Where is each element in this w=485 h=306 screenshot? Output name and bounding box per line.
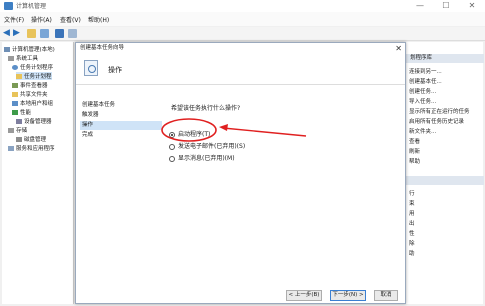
tree-item-device-manager[interactable]: 设备管理器 (16, 117, 52, 125)
computer-management-icon (4, 2, 13, 10)
tree-item-computer-management[interactable]: 计算机管理(本地) (4, 45, 55, 53)
action-create-basic-task[interactable]: 创建基本任... (409, 77, 442, 85)
actions-pane: 划程序库 连接到另一... 创建基本任... 创建任务... 导入任务... 显… (405, 42, 484, 304)
dialog-heading: 操作 (108, 66, 122, 74)
menu-bar: 文件(F) 操作(A) 查看(V) 帮助(H) (0, 12, 485, 26)
highlight-ellipse (161, 118, 217, 142)
show-hide-tree-icon[interactable] (40, 29, 49, 38)
title-bar: 计算机管理 — ☐ ✕ (0, 0, 485, 12)
disk-icon (16, 137, 22, 142)
tree-item-services-applications[interactable]: 服务和应用程序 (8, 144, 55, 152)
next-button[interactable]: 下一步(N) > (330, 290, 366, 301)
action-create-task[interactable]: 创建任务... (409, 87, 436, 95)
minimize-button[interactable]: — (412, 0, 428, 12)
option-display-message[interactable]: 显示消息(已弃用)(M) (169, 153, 235, 162)
task-wizard-icon (84, 60, 98, 76)
radio-display-message[interactable] (169, 155, 175, 162)
action-end[interactable]: 束 (409, 199, 415, 207)
action-help[interactable]: 帮助 (409, 157, 420, 165)
action-show-running[interactable]: 显示所有正在运行的任务 (409, 107, 470, 115)
action-import-task[interactable]: 导入任务... (409, 97, 436, 105)
action-view[interactable]: 查看 (409, 137, 420, 145)
shared-folder-icon (12, 92, 18, 97)
window-title: 计算机管理 (16, 3, 47, 10)
dialog-close-button[interactable]: ✕ (395, 43, 402, 54)
tree-item-shared-folders[interactable]: 共享文件夹 (12, 90, 48, 98)
performance-icon (12, 110, 18, 115)
cancel-button[interactable]: 取消 (374, 290, 398, 301)
action-disable[interactable]: 用 (409, 209, 415, 217)
annotation-highlight (161, 118, 307, 142)
action-delete[interactable]: 除 (409, 239, 415, 247)
action-run[interactable]: 行 (409, 189, 415, 197)
action-new-folder[interactable]: 新文件夹... (409, 127, 436, 135)
action-enable-history[interactable]: 启用所有任务历史记录 (409, 117, 464, 125)
action-prompt: 希望该任务执行什么操作? (171, 105, 241, 112)
menu-file[interactable]: 文件(F) (4, 15, 24, 24)
folder-up-icon[interactable] (27, 29, 36, 38)
storage-icon (8, 128, 14, 133)
tree-item-storage[interactable]: 存储 (8, 126, 27, 134)
tree-item-task-scheduler-library[interactable]: 任务计划程 (16, 72, 52, 80)
maximize-button[interactable]: ☐ (438, 0, 454, 12)
back-arrow-icon[interactable]: ◀ (3, 28, 10, 38)
menu-action[interactable]: 操作(A) (31, 15, 52, 24)
help-icon[interactable] (55, 29, 64, 38)
create-basic-task-wizard: 创建基本任务向导 ✕ 操作 创建基本任务 触发器 操作 完成 希望该任务执行什么… (75, 42, 406, 304)
clock-icon (12, 65, 18, 70)
step-create-basic-task[interactable]: 创建基本任务 (80, 101, 162, 110)
action-help-2[interactable]: 助 (409, 249, 415, 257)
actions-header-2 (406, 176, 484, 185)
action-refresh[interactable]: 刷新 (409, 147, 420, 155)
annotation-arrow-line (222, 127, 307, 137)
step-action[interactable]: 操作 (80, 121, 162, 130)
services-icon (8, 146, 14, 151)
tools-icon (8, 56, 14, 61)
dialog-title: 创建基本任务向导 (80, 45, 125, 51)
annotation-arrow-head (219, 124, 228, 131)
properties-icon[interactable] (68, 29, 77, 38)
step-finish[interactable]: 完成 (80, 131, 162, 140)
menu-help[interactable]: 帮助(H) (88, 15, 109, 24)
device-manager-icon (16, 119, 22, 124)
tree-item-local-users-groups[interactable]: 本地用户和组 (12, 99, 53, 107)
forward-arrow-icon[interactable]: ▶ (13, 28, 20, 38)
close-button[interactable]: ✕ (464, 0, 480, 12)
actions-header: 划程序库 (406, 54, 484, 63)
event-viewer-icon (12, 83, 18, 88)
navigation-tree: 计算机管理(本地) 系统工具 任务计划程序 任务计划程 事件查看器 共享文件夹 … (2, 42, 74, 304)
menu-view[interactable]: 查看(V) (60, 15, 81, 24)
action-properties[interactable]: 性 (409, 229, 415, 237)
dialog-header: 操作 (76, 54, 405, 85)
action-export[interactable]: 出 (409, 219, 415, 227)
step-trigger[interactable]: 触发器 (80, 111, 162, 120)
folder-icon (16, 74, 22, 79)
wizard-steps: 创建基本任务 触发器 操作 完成 (76, 85, 162, 297)
tree-item-event-viewer[interactable]: 事件查看器 (12, 81, 48, 89)
tree-item-task-scheduler[interactable]: 任务计划程序 (12, 63, 53, 71)
tree-item-performance[interactable]: 性能 (12, 108, 31, 116)
toolbar: ◀ ▶ (0, 27, 485, 41)
users-icon (12, 101, 18, 106)
tree-item-system-tools[interactable]: 系统工具 (8, 54, 38, 62)
back-button[interactable]: < 上一步(B) (286, 290, 322, 301)
tree-item-disk-management[interactable]: 磁盘管理 (16, 135, 46, 143)
computer-icon (4, 47, 10, 52)
action-connect[interactable]: 连接到另一... (409, 67, 442, 75)
